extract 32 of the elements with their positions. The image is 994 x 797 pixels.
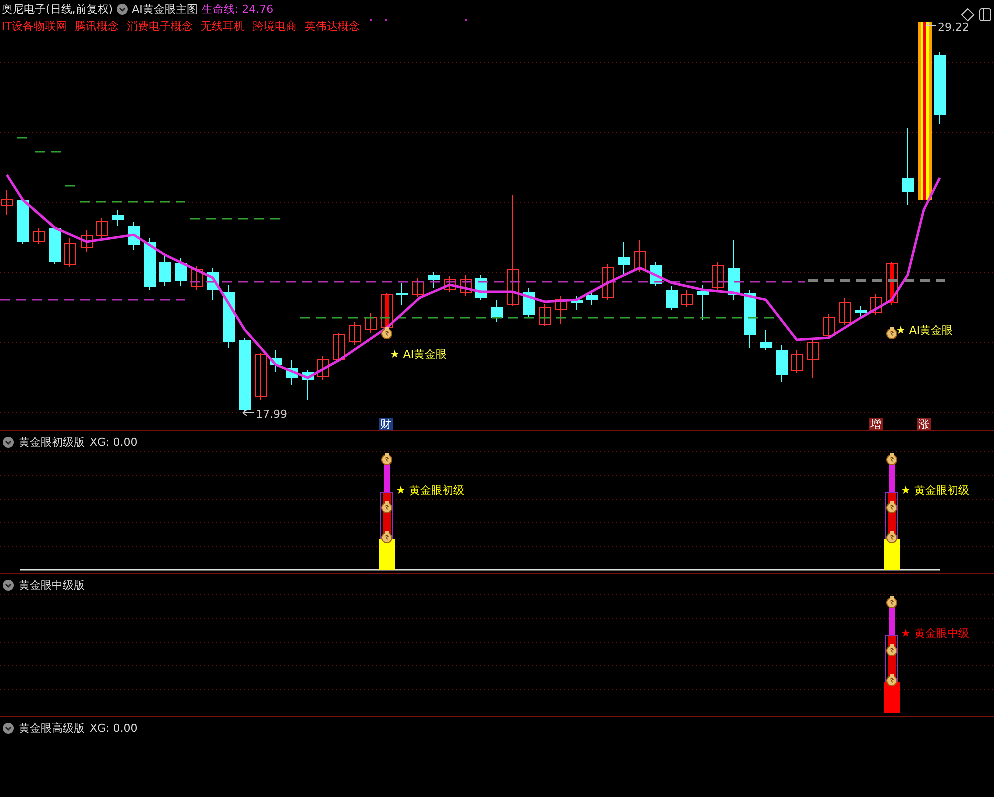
money-bag-icon: [382, 327, 392, 340]
collapse-icon[interactable]: [3, 580, 14, 591]
concept-tag: 无线耳机: [200, 19, 245, 34]
collapse-icon[interactable]: [3, 723, 14, 734]
panel-title: 黄金眼中级版: [19, 578, 85, 593]
stock-title: 奥尼电子(日线,前复权): [2, 2, 114, 17]
money-bag-icon: [886, 327, 898, 340]
concept-tag: IT设备物联网: [2, 19, 67, 34]
panel-toggle-icon[interactable]: [980, 8, 992, 22]
life-line-value: 生命线: 24.76: [202, 2, 274, 17]
high-price-label: 29.22: [926, 21, 970, 34]
xg-value: XG: 0.00: [90, 436, 138, 449]
signal-label: ★ 黄金眼中级: [901, 627, 970, 640]
signal-label: ★ 黄金眼初级: [396, 484, 464, 497]
concept-tag: 消费电子概念: [126, 19, 193, 34]
concept-tag: 腾讯概念: [74, 19, 119, 34]
indicator-name: AI黄金眼主图: [132, 2, 198, 17]
concept-tag: 英伟达概念: [304, 19, 360, 34]
concept-tag: 跨境电商: [252, 19, 297, 34]
panel-title: 黄金眼高级版: [19, 721, 85, 736]
signal-label: ★ AI黄金眼: [896, 324, 954, 337]
level-line: [35, 151, 62, 153]
collapse-icon[interactable]: [3, 437, 14, 448]
xg-value: XG: 0.00: [90, 722, 138, 735]
signal-label: ★ 黄金眼初级: [901, 484, 970, 497]
collapse-icon[interactable]: [117, 4, 128, 15]
signal-label: ★ AI黄金眼: [390, 348, 448, 361]
low-price-label: 17.99: [242, 408, 288, 421]
level-line: [17, 137, 30, 139]
diamond-icon[interactable]: [961, 8, 975, 22]
panel-title: 黄金眼初级版: [19, 435, 85, 450]
level-line: [65, 185, 78, 187]
